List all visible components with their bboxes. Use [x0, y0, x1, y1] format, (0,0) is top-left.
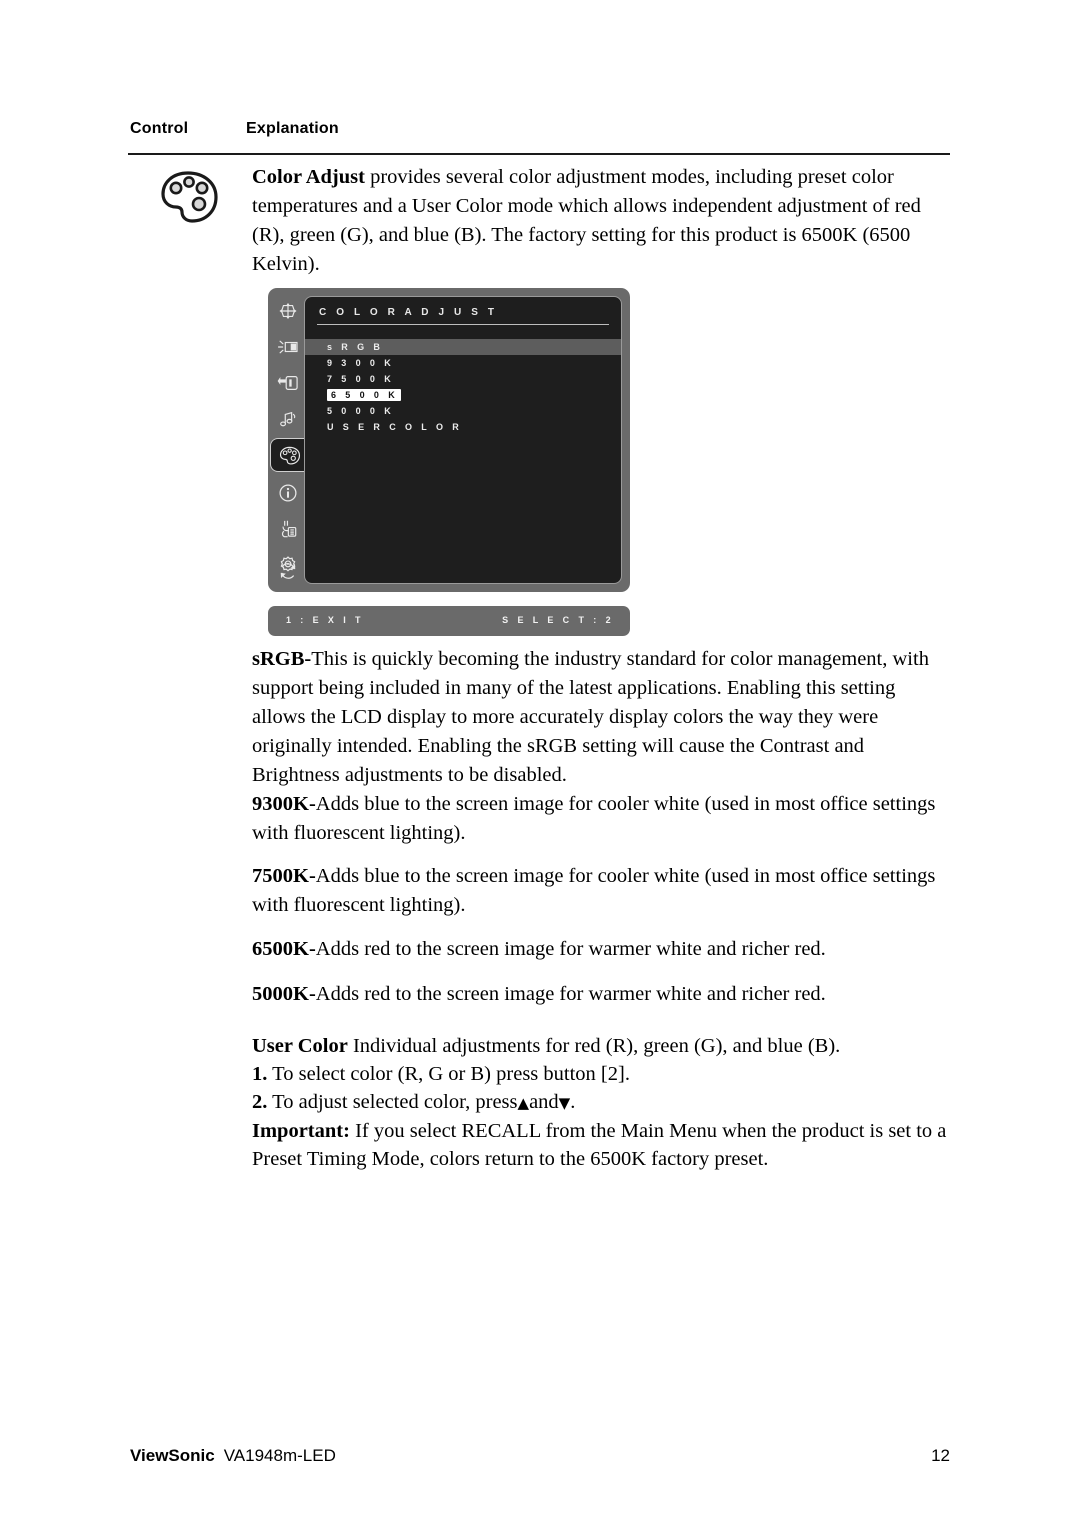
auto-image-adjust-icon	[279, 303, 297, 319]
section-7500k: 7500K-Adds blue to the screen image for …	[252, 862, 952, 920]
osd-tab-color-adjust[interactable]	[270, 438, 308, 472]
user-color-heading-line: User Color Individual adjustments for re…	[252, 1032, 952, 1060]
intro-term: Color Adjust	[252, 166, 365, 188]
section-term: 6500K-	[252, 938, 316, 960]
important-text: If you select RECALL from the Main Menu …	[252, 1120, 947, 1170]
section-text: Adds blue to the screen image for cooler…	[252, 793, 936, 844]
osd-menu-item-6500k[interactable]: 6 5 0 0 K	[305, 387, 621, 403]
step-number: 1.	[252, 1063, 268, 1085]
section-paragraph: sRGB-This is quickly becoming the indust…	[252, 645, 952, 790]
osd-tab-information[interactable]	[270, 476, 306, 510]
osd-tab-auto-image-adjust[interactable]	[270, 294, 306, 328]
osd-screen: C O L O R A D J U S T s R G B 9 3 0 0 K …	[304, 296, 622, 584]
important-term: Important:	[252, 1120, 350, 1142]
section-text: This is quickly becoming the industry st…	[252, 648, 929, 786]
step-text-end: .	[570, 1091, 576, 1113]
section-text: Adds red to the screen image for warmer …	[315, 983, 826, 1005]
column-header-explanation: Explanation	[246, 120, 339, 137]
arrow-down-icon: ▼	[558, 1094, 571, 1112]
osd-title-divider	[317, 324, 609, 325]
table-header: Control Explanation	[130, 120, 950, 138]
osd-tab-manual-image-adjust[interactable]	[270, 512, 306, 546]
osd-tab-audio-adjust[interactable]	[270, 402, 306, 436]
osd-menu-item-srgb[interactable]: s R G B	[305, 339, 621, 355]
osd-status-bar: 1 : E X I T S E L E C T : 2	[268, 606, 630, 636]
osd-menu-item-7500k[interactable]: 7 5 0 0 K	[305, 371, 621, 387]
osd-menu-item-label: 7 5 0 0 K	[327, 374, 395, 384]
osd-tab-input-select[interactable]	[270, 366, 306, 400]
audio-adjust-icon	[280, 411, 296, 427]
step-text: To adjust selected color, press	[267, 1091, 518, 1113]
osd-menu-item-9300k[interactable]: 9 3 0 0 K	[305, 355, 621, 371]
section-paragraph: 7500K-Adds blue to the screen image for …	[252, 862, 952, 920]
intro-paragraph-block: Color Adjust provides several color adju…	[252, 163, 952, 279]
section-9300k: 9300K-Adds blue to the screen image for …	[252, 790, 952, 848]
footer-model: VA1948m-LED	[223, 1446, 336, 1465]
page-footer: ViewSonic VA1948m-LED 12	[130, 1446, 950, 1466]
section-paragraph: 5000K-Adds red to the screen image for w…	[252, 980, 952, 1009]
section-term: 9300K-	[252, 793, 316, 815]
color-palette-icon	[161, 171, 218, 223]
osd-tab-memory-recall[interactable]	[270, 554, 306, 588]
osd-status-exit[interactable]: 1 : E X I T	[286, 615, 364, 625]
manual-page: Control Explanation Color Adjust provides…	[0, 0, 1080, 1527]
osd-tab-brightness-contrast[interactable]	[270, 330, 306, 364]
manual-image-adjust-icon	[281, 520, 297, 538]
intro-paragraph: Color Adjust provides several color adju…	[252, 163, 952, 279]
osd-bezel: C O L O R A D J U S T s R G B 9 3 0 0 K …	[268, 288, 630, 592]
section-srgb: sRGB-This is quickly becoming the indust…	[252, 645, 952, 790]
osd-menu-item-5000k[interactable]: 5 0 0 0 K	[305, 403, 621, 419]
osd-screenshot-figure: C O L O R A D J U S T s R G B 9 3 0 0 K …	[268, 288, 630, 636]
control-cell	[158, 168, 228, 232]
section-6500k: 6500K-Adds red to the screen image for w…	[252, 935, 952, 964]
section-paragraph: 6500K-Adds red to the screen image for w…	[252, 935, 952, 964]
section-user-color: User Color Individual adjustments for re…	[252, 1032, 952, 1173]
osd-menu-list: s R G B 9 3 0 0 K 7 5 0 0 K 6 5 0 0 K 5 …	[305, 339, 621, 435]
column-header-control: Control	[130, 120, 189, 137]
user-color-text: Individual adjustments for red (R), gree…	[347, 1035, 841, 1057]
step-text-join: and	[529, 1091, 559, 1113]
footer-brand: ViewSonic	[130, 1446, 215, 1465]
step-number: 2.	[252, 1091, 268, 1113]
section-text: Adds red to the screen image for warmer …	[315, 938, 826, 960]
color-adjust-icon	[279, 446, 300, 465]
user-color-term: User Color	[252, 1035, 348, 1057]
section-term: 7500K-	[252, 865, 316, 887]
brightness-contrast-icon	[277, 340, 298, 354]
information-icon	[279, 484, 297, 502]
osd-sidebar	[268, 288, 308, 592]
user-color-step-1: 1. To select color (R, G or B) press but…	[252, 1060, 952, 1088]
osd-status-select[interactable]: S E L E C T : 2	[502, 615, 614, 625]
user-color-important: Important: If you select RECALL from the…	[252, 1117, 952, 1173]
osd-menu-title: C O L O R A D J U S T	[319, 307, 498, 318]
arrow-up-icon: ▲	[517, 1094, 530, 1112]
section-term: 5000K-	[252, 983, 316, 1005]
section-5000k: 5000K-Adds red to the screen image for w…	[252, 980, 952, 1009]
memory-recall-icon	[280, 563, 296, 579]
section-paragraph: 9300K-Adds blue to the screen image for …	[252, 790, 952, 848]
step-text: To select color (R, G or B) press button…	[267, 1063, 630, 1085]
osd-menu-item-label: 9 3 0 0 K	[327, 358, 395, 368]
section-text: Adds blue to the screen image for cooler…	[252, 865, 936, 916]
footer-page-number: 12	[931, 1446, 950, 1465]
user-color-step-2: 2. To adjust selected color, press▲and▼.	[252, 1088, 952, 1117]
input-select-icon	[277, 376, 298, 390]
osd-menu-item-label-selected: 6 5 0 0 K	[327, 389, 402, 401]
osd-menu-item-label: s R G B	[327, 342, 384, 352]
osd-menu-item-user-color[interactable]: U S E R C O L O R	[305, 419, 621, 435]
section-term: sRGB-	[252, 648, 312, 670]
header-divider-rule	[128, 153, 950, 155]
osd-menu-item-label: U S E R C O L O R	[327, 422, 463, 432]
osd-menu-item-label: 5 0 0 0 K	[327, 406, 395, 416]
